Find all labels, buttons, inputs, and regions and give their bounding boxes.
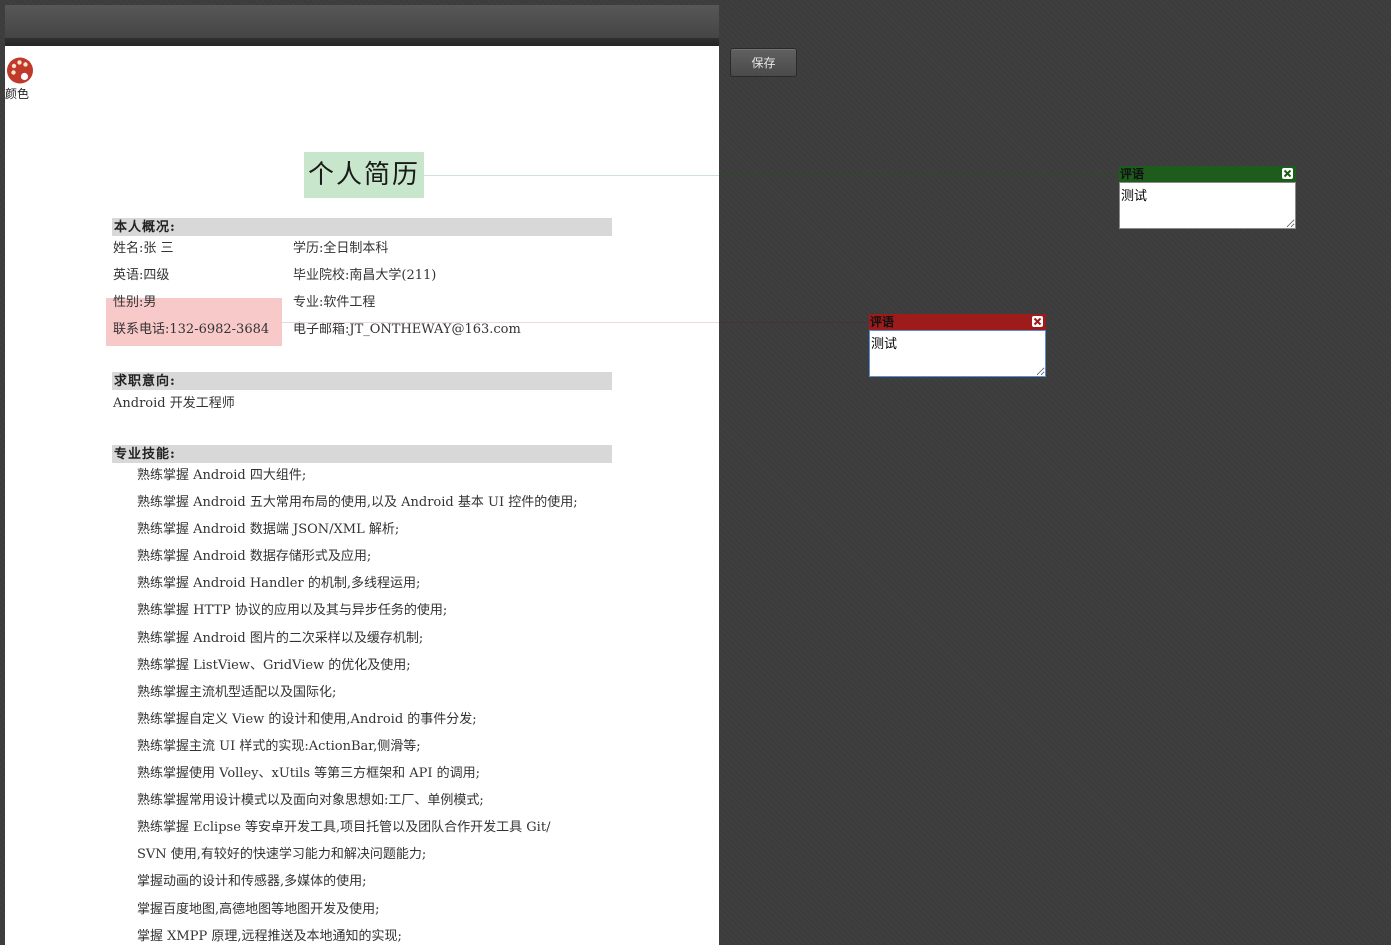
- section-objective-heading: 求职意向:: [112, 372, 612, 390]
- color-tool-label: 颜色: [5, 87, 30, 101]
- comment-input[interactable]: 测试: [869, 330, 1046, 377]
- list-item: SVN 使用,有较好的快速学习能力和解决问题能力;: [137, 847, 427, 863]
- list-item: 掌握百度地图,高德地图等地图开发及使用;: [137, 901, 380, 917]
- connector-line-red: [282, 322, 719, 323]
- palette-icon: [5, 56, 37, 85]
- list-item: 熟练掌握 Android 四大组件;: [137, 468, 307, 483]
- list-item: 熟练掌握 Android Handler 的机制,多线程运用;: [137, 576, 421, 592]
- comment-header: 评语: [869, 314, 1046, 330]
- list-item: 熟练掌握主流机型适配以及国际化;: [137, 684, 337, 700]
- objective-text: Android 开发工程师: [113, 396, 235, 411]
- field-phone: 联系电话:132-6982-3684: [113, 322, 270, 337]
- comment-box-red: 评语 测试: [869, 314, 1046, 377]
- color-tool-button[interactable]: 颜色: [5, 56, 37, 102]
- comment-box-green: 评语 测试: [1119, 166, 1296, 229]
- resume-document: 颜色 个人简历 本人概况: 姓名:张 三 学历:全日制本科 英语:四级 毕业院校…: [5, 46, 719, 945]
- field-english: 英语:四级: [113, 268, 170, 283]
- list-item: 熟练掌握 Eclipse 等安卓开发工具,项目托管以及团队合作开发工具 Git/: [137, 820, 551, 836]
- connector-line-green: [424, 175, 719, 176]
- comment-header: 评语: [1119, 166, 1296, 182]
- field-school: 毕业院校:南昌大学(211): [293, 268, 437, 283]
- top-toolbar: [5, 5, 719, 38]
- field-gender: 性别:男: [113, 295, 157, 310]
- field-name: 姓名:张 三: [113, 241, 174, 256]
- resume-title: 个人简历: [304, 152, 424, 198]
- list-item: 熟练掌握 Android 五大常用布局的使用,以及 Android 基本 UI …: [137, 495, 578, 511]
- field-email: 电子邮箱:JT_ONTHEWAY@163.com: [293, 322, 521, 337]
- list-item: 熟练掌握 HTTP 协议的应用以及其与异步任务的使用;: [137, 603, 448, 619]
- field-major: 专业:软件工程: [293, 295, 376, 310]
- list-item: 熟练掌握 ListView、GridView 的优化及使用;: [137, 657, 411, 673]
- section-skills-heading: 专业技能:: [112, 445, 612, 463]
- list-item: 熟练掌握使用 Volley、xUtils 等第三方框架和 API 的调用;: [137, 766, 481, 782]
- save-button[interactable]: 保存: [730, 48, 797, 77]
- comment-title: 评语: [870, 315, 895, 329]
- list-item: 熟练掌握 Android 数据存储形式及应用;: [137, 549, 372, 565]
- comment-input[interactable]: 测试: [1119, 182, 1296, 229]
- toolbar-shadow: [5, 38, 719, 46]
- skills-list: 熟练掌握 Android 四大组件; 熟练掌握 Android 五大常用布局的使…: [137, 466, 578, 945]
- list-item: 熟练掌握常用设计模式以及面向对象思想如:工厂、单例模式;: [137, 793, 484, 809]
- list-item: 掌握动画的设计和传感器,多媒体的使用;: [137, 874, 367, 890]
- close-icon[interactable]: [1032, 316, 1043, 327]
- section-overview-heading: 本人概况:: [112, 218, 612, 236]
- connector-line-red-outer: [719, 322, 869, 323]
- list-item: 掌握 XMPP 原理,远程推送及本地通知的实现;: [137, 928, 402, 944]
- list-item: 熟练掌握自定义 View 的设计和使用,Android 的事件分发;: [137, 711, 477, 727]
- connector-line-green-outer: [719, 175, 1119, 176]
- comment-title: 评语: [1120, 167, 1145, 181]
- field-education: 学历:全日制本科: [293, 241, 389, 256]
- list-item: 熟练掌握主流 UI 样式的实现:ActionBar,侧滑等;: [137, 738, 421, 754]
- list-item: 熟练掌握 Android 图片的二次采样以及缓存机制;: [137, 630, 424, 646]
- close-icon[interactable]: [1282, 168, 1293, 179]
- list-item: 熟练掌握 Android 数据端 JSON/XML 解析;: [137, 522, 400, 538]
